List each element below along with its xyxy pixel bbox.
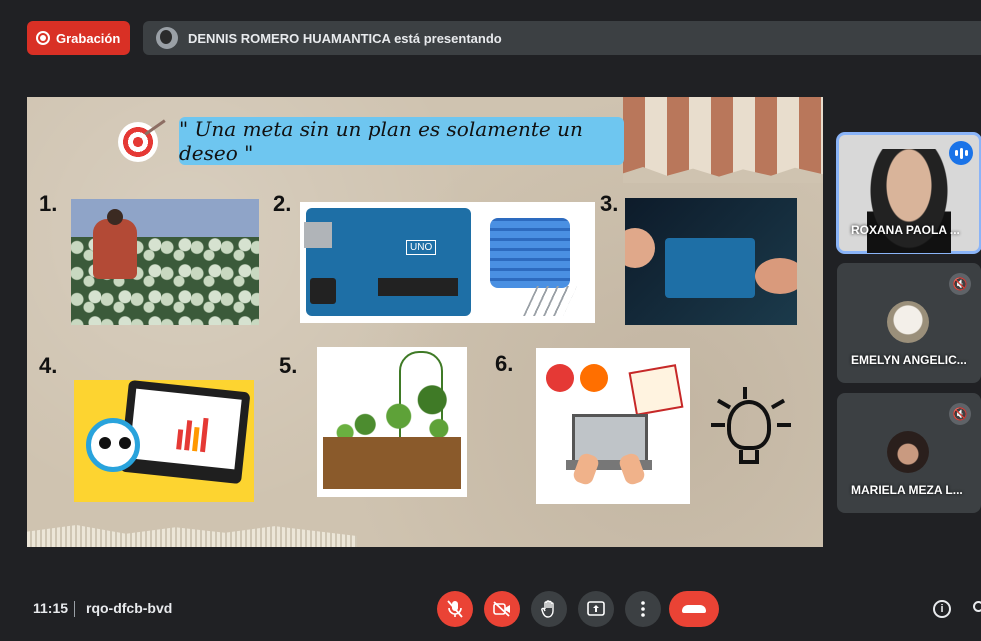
people-icon[interactable] xyxy=(971,600,981,618)
presenting-text: DENNIS ROMERO HUAMANTICA está presentand… xyxy=(188,30,502,46)
panda-laptop-image xyxy=(74,380,254,502)
arduino-hands-image xyxy=(625,198,797,325)
recording-label: Grabación xyxy=(56,30,121,46)
end-call-icon xyxy=(682,605,706,613)
camera-off-icon xyxy=(493,601,510,617)
raise-hand-button[interactable] xyxy=(531,591,567,627)
quote-text: " Una meta sin un plan es solamente un d… xyxy=(179,117,583,165)
mic-off-icon xyxy=(447,600,463,618)
participant-tile-roxana[interactable]: ROXANA PAOLA ... xyxy=(836,132,981,254)
farmer-field-image xyxy=(71,199,259,325)
newspaper-decoration xyxy=(27,525,357,547)
meeting-code: rqo-dfcb-bvd xyxy=(86,600,173,616)
avatar xyxy=(887,431,929,473)
recording-badge[interactable]: Grabación xyxy=(27,21,130,55)
workspace-illustration xyxy=(536,348,690,504)
number-2: 2. xyxy=(273,191,292,216)
number-6: 6. xyxy=(495,351,514,376)
presenting-banner: DENNIS ROMERO HUAMANTICA está presentand… xyxy=(143,21,981,55)
divider xyxy=(74,601,75,617)
presenter-avatar xyxy=(156,27,178,49)
participant-tile-mariela[interactable]: 🔇 MARIELA MEZA L... xyxy=(837,393,981,513)
camera-toggle-button[interactable] xyxy=(484,591,520,627)
number-4: 4. xyxy=(39,353,58,378)
raise-hand-icon xyxy=(541,600,554,618)
shared-slide: " Una meta sin un plan es solamente un d… xyxy=(27,97,823,547)
avatar xyxy=(887,301,929,343)
participant-name: ROXANA PAOLA ... xyxy=(851,223,960,237)
mic-toggle-button[interactable] xyxy=(437,591,473,627)
record-icon xyxy=(36,31,50,45)
end-call-button[interactable] xyxy=(669,591,719,627)
participant-tile-emelyn[interactable]: 🔇 EMELYN ANGELIC... xyxy=(837,263,981,383)
stripes-decoration xyxy=(623,97,823,177)
meeting-time: 11:15 xyxy=(33,600,69,616)
mic-off-icon: 🔇 xyxy=(949,273,971,295)
arduino-uno-label: UNO xyxy=(406,240,437,255)
more-options-button[interactable] xyxy=(625,591,661,627)
participant-name: EMELYN ANGELIC... xyxy=(851,353,967,367)
speaking-indicator-icon xyxy=(949,141,973,165)
number-3: 3. xyxy=(600,191,619,216)
garden-bed-image xyxy=(317,347,467,497)
info-icon[interactable]: i xyxy=(933,600,951,618)
more-options-icon xyxy=(641,601,645,617)
quote-banner: " Una meta sin un plan es solamente un d… xyxy=(179,117,624,165)
present-button[interactable] xyxy=(578,591,614,627)
participant-video xyxy=(867,149,951,253)
mic-off-icon: 🔇 xyxy=(949,403,971,425)
number-1: 1. xyxy=(39,191,58,216)
number-5: 5. xyxy=(279,353,298,378)
participant-name: MARIELA MEZA L... xyxy=(851,483,963,497)
present-icon xyxy=(587,601,605,616)
arduino-sensor-image: UNO xyxy=(300,202,595,323)
